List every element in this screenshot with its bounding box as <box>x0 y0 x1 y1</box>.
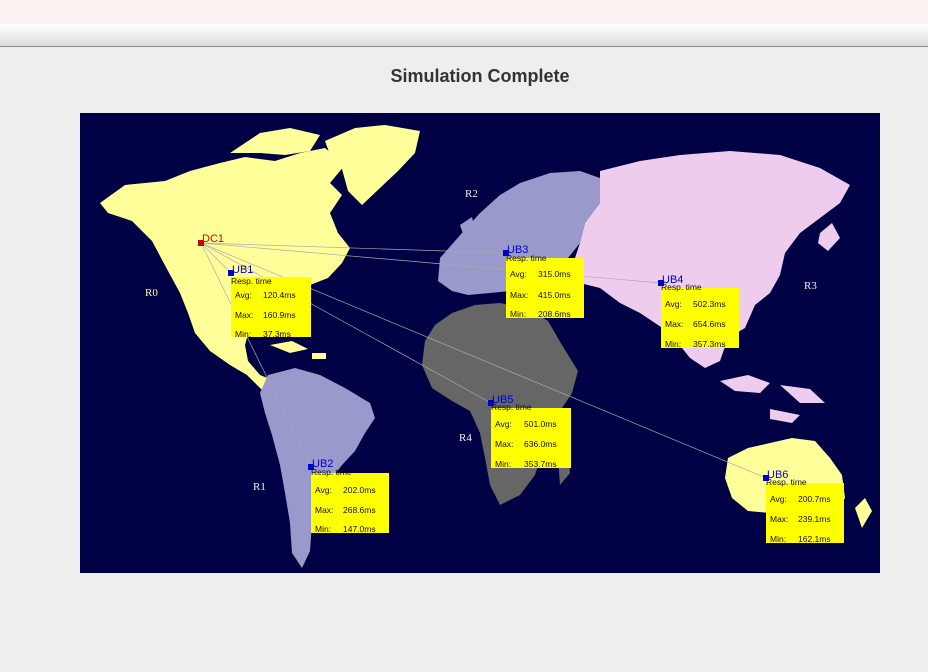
max-label: Max: <box>665 319 683 329</box>
min-value: 37.3ms <box>263 329 291 339</box>
min-label: Min: <box>315 524 331 534</box>
min-value: 162.1ms <box>798 534 831 544</box>
window-top-strip <box>0 0 928 24</box>
avg-value: 120.4ms <box>263 290 296 300</box>
min-label: Min: <box>665 339 681 349</box>
toolbar <box>0 24 928 47</box>
world-map: R0 R1 R2 R3 R4 DC1 UB1 Resp. time Avg: 1… <box>80 113 880 573</box>
min-label: Min: <box>510 309 526 319</box>
min-value: 357.3ms <box>693 339 726 349</box>
avg-label: Avg: <box>235 290 252 300</box>
min-label: Min: <box>495 459 511 469</box>
max-label: Max: <box>315 505 333 515</box>
min-label: Min: <box>770 534 786 544</box>
datacenter-label: DC1 <box>202 233 224 245</box>
max-label: Max: <box>495 439 513 449</box>
resp-time-label: Resp. time <box>491 402 532 412</box>
avg-value: 315.0ms <box>538 269 571 279</box>
max-label: Max: <box>235 310 253 320</box>
avg-label: Avg: <box>315 485 332 495</box>
max-value: 268.6ms <box>343 505 376 515</box>
stats-box <box>231 277 311 337</box>
max-value: 636.0ms <box>524 439 557 449</box>
avg-value: 202.0ms <box>343 485 376 495</box>
max-value: 415.0ms <box>538 290 571 300</box>
min-label: Min: <box>235 329 251 339</box>
region-label-r2: R2 <box>465 188 478 200</box>
avg-label: Avg: <box>495 419 512 429</box>
resp-time-label: Resp. time <box>231 276 272 286</box>
min-value: 353.7ms <box>524 459 557 469</box>
avg-label: Avg: <box>510 269 527 279</box>
avg-label: Avg: <box>770 494 787 504</box>
region-label-r1: R1 <box>253 481 266 493</box>
avg-value: 501.0ms <box>524 419 557 429</box>
resp-time-label: Resp. time <box>766 477 807 487</box>
max-value: 654.6ms <box>693 319 726 329</box>
max-value: 239.1ms <box>798 514 831 524</box>
avg-value: 502.3ms <box>693 299 726 309</box>
region-label-r0: R0 <box>145 287 158 299</box>
resp-time-label: Resp. time <box>661 282 702 292</box>
avg-label: Avg: <box>665 299 682 309</box>
resp-time-label: Resp. time <box>311 467 352 477</box>
min-value: 147.0ms <box>343 524 376 534</box>
userbase-label: UB1 <box>232 264 253 276</box>
region-label-r4: R4 <box>459 432 472 444</box>
avg-value: 200.7ms <box>798 494 831 504</box>
page-title: Simulation Complete <box>390 66 570 86</box>
max-value: 160.9ms <box>263 310 296 320</box>
region-label-r3: R3 <box>804 280 817 292</box>
max-label: Max: <box>510 290 528 300</box>
min-value: 208.6ms <box>538 309 571 319</box>
max-label: Max: <box>770 514 788 524</box>
resp-time-label: Resp. time <box>506 253 547 263</box>
